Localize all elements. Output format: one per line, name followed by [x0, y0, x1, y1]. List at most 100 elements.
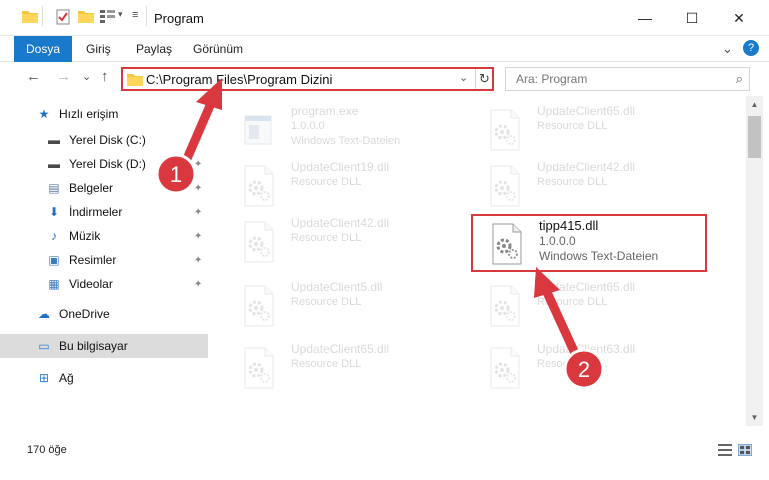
- computer-icon: ▭: [38, 339, 50, 353]
- customize-dropdown-icon[interactable]: ▾: [118, 9, 123, 20]
- file-detail: Resource DLL: [291, 176, 362, 188]
- scroll-up-icon[interactable]: ▲: [746, 96, 763, 113]
- refresh-button[interactable]: ↻: [475, 69, 493, 89]
- sidebar-item-label: Videolar: [69, 277, 113, 291]
- ribbon-expand-icon[interactable]: ⌄: [722, 36, 733, 62]
- dll-file-icon: [490, 109, 520, 151]
- help-icon[interactable]: ?: [743, 40, 759, 56]
- tab-home[interactable]: Giriş: [86, 36, 111, 62]
- file-type: Windows Text-Dateien: [539, 249, 659, 263]
- file-name: tipp415.dll: [539, 218, 599, 233]
- pin-icon: ✦: [194, 158, 203, 170]
- search-placeholder: Ara: Program: [516, 72, 588, 86]
- pin-icon: ✦: [194, 206, 203, 218]
- file-item[interactable]: UpdateClient65.dll Resource DLL: [471, 102, 711, 158]
- sidebar-item[interactable]: ♪ Müzik ✦: [0, 224, 208, 248]
- view-options-icon[interactable]: [100, 9, 118, 23]
- music-icon: ♪: [51, 229, 57, 243]
- file-detail: Resource DLL: [537, 296, 608, 308]
- sidebar-item-label: Bu bilgisayar: [59, 339, 128, 353]
- file-item-selected[interactable]: tipp415.dll 1.0.0.0 Windows Text-Dateien: [471, 214, 707, 272]
- file-detail: Resource DLL: [537, 358, 608, 370]
- file-item[interactable]: UpdateClient42.dll Resource DLL: [471, 158, 711, 214]
- forward-button[interactable]: →: [56, 68, 71, 85]
- file-name: UpdateClient19.dll: [291, 160, 390, 174]
- file-detail: 1.0.0.0: [291, 120, 325, 132]
- sidebar-item[interactable]: ⬇ İndirmeler ✦: [0, 200, 208, 224]
- navigation-pane: ★ Hızlı erişim ▬ Yerel Disk (C:) ✦ ▬ Yerel Dis…: [0, 96, 213, 426]
- file-item[interactable]: program.exe 1.0.0.0 Windows Text-Dateien: [225, 102, 465, 158]
- file-name: UpdateClient42.dll: [291, 216, 390, 230]
- sidebar-item[interactable]: ☁ OneDrive: [0, 302, 208, 326]
- sidebar-item[interactable]: ▬ Yerel Disk (D:) ✦: [0, 152, 208, 176]
- sidebar-item-label: Ağ: [59, 371, 74, 385]
- properties-icon[interactable]: [56, 9, 70, 25]
- sidebar-item[interactable]: ▬ Yerel Disk (C:) ✦: [0, 128, 208, 152]
- document-icon: ▤: [48, 181, 60, 195]
- file-name: UpdateClient42.dll: [537, 160, 636, 174]
- details-view-icon[interactable]: [718, 444, 732, 456]
- tab-share[interactable]: Paylaş: [136, 36, 172, 62]
- file-detail: Resource DLL: [537, 120, 608, 132]
- pin-icon: ✦: [194, 278, 203, 290]
- sidebar-item-label: Hızlı erişim: [59, 107, 119, 121]
- drive-icon: ▬: [48, 133, 60, 147]
- status-bar: 170 öğe: [0, 436, 769, 464]
- back-button[interactable]: ←: [26, 68, 41, 85]
- vertical-scrollbar[interactable]: ▲ ▼: [746, 96, 763, 426]
- dll-file-icon: [492, 223, 522, 265]
- sidebar-item[interactable]: ▭ Bu bilgisayar: [0, 334, 208, 358]
- quick-access-toolbar-icon[interactable]: ≡: [132, 9, 138, 21]
- file-item[interactable]: UpdateClient65.dll Resource DLL: [471, 278, 711, 334]
- recent-locations-button[interactable]: ⌄: [82, 70, 91, 83]
- dll-file-icon: [244, 165, 274, 207]
- file-item[interactable]: UpdateClient5.dll Resource DLL: [225, 278, 465, 334]
- search-icon[interactable]: ⌕: [736, 71, 743, 87]
- sidebar-item[interactable]: ★ Hızlı erişim: [0, 102, 208, 126]
- folder-icon: [127, 74, 143, 86]
- file-name: UpdateClient65.dll: [537, 280, 636, 294]
- file-item[interactable]: UpdateClient19.dll Resource DLL: [225, 158, 465, 214]
- dll-file-icon: [490, 165, 520, 207]
- tab-view[interactable]: Görünüm: [193, 36, 243, 62]
- network-icon: ⊞: [38, 371, 50, 385]
- address-dropdown-icon[interactable]: ⌄: [459, 71, 468, 84]
- file-name: UpdateClient65.dll: [291, 342, 390, 356]
- file-item[interactable]: UpdateClient42.dll Resource DLL: [225, 214, 465, 270]
- forward-arrow-icon: →: [56, 68, 71, 85]
- scrollbar-thumb[interactable]: [748, 116, 761, 158]
- sidebar-item-label: Belgeler: [69, 181, 114, 195]
- scroll-down-icon[interactable]: ▼: [746, 409, 763, 426]
- close-button[interactable]: ✕: [716, 0, 762, 36]
- drive-icon: ▬: [48, 157, 60, 171]
- new-folder-icon[interactable]: [78, 9, 94, 23]
- address-path[interactable]: C:\Program Files\Program Dizini: [146, 72, 332, 87]
- sidebar-item-label: OneDrive: [59, 307, 110, 321]
- file-item[interactable]: UpdateClient65.dll Resource DLL: [225, 340, 465, 396]
- search-box[interactable]: Ara: Program ⌕: [505, 67, 750, 91]
- sidebar-item[interactable]: ▤ Belgeler ✦: [0, 176, 208, 200]
- chevron-down-icon: ⌄: [82, 71, 92, 83]
- up-arrow-icon: ↑: [101, 68, 109, 85]
- up-button[interactable]: ↑: [101, 68, 109, 85]
- item-count: 170 öğe: [27, 444, 67, 456]
- pin-icon: ✦: [194, 230, 203, 242]
- tab-file[interactable]: Dosya: [14, 36, 72, 62]
- maximize-icon: ☐: [685, 9, 699, 26]
- sidebar-item[interactable]: ▦ Videolar ✦: [0, 272, 208, 296]
- sidebar-item[interactable]: ▣ Resimler ✦: [0, 248, 208, 272]
- tiles-view-icon[interactable]: [738, 444, 752, 456]
- sidebar-item-label: Yerel Disk (C:): [69, 133, 146, 147]
- address-bar[interactable]: C:\Program Files\Program Dizini ⌄ ↻: [121, 67, 494, 91]
- minimize-icon: —: [638, 10, 652, 26]
- minimize-button[interactable]: —: [622, 0, 668, 36]
- star-icon: ★: [38, 107, 50, 121]
- file-detail: Resource DLL: [291, 358, 362, 370]
- exe-file-icon: [244, 115, 272, 145]
- sidebar-item[interactable]: ⊞ Ağ: [0, 366, 208, 390]
- close-icon: ✕: [733, 9, 745, 26]
- file-item[interactable]: UpdateClient63.dll Resource DLL: [471, 340, 711, 396]
- maximize-button[interactable]: ☐: [669, 0, 715, 36]
- video-icon: ▦: [48, 277, 60, 291]
- sidebar-item-label: Resimler: [69, 253, 117, 267]
